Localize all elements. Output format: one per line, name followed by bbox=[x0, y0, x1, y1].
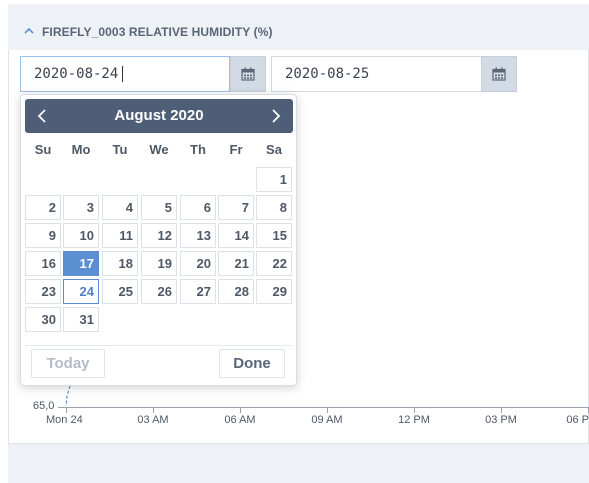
text-cursor bbox=[122, 66, 123, 82]
calendar-day[interactable]: 5 bbox=[141, 195, 177, 220]
weekday-header: Th bbox=[190, 142, 206, 157]
weekday-header: Sa bbox=[266, 142, 282, 157]
weekday-header: Fr bbox=[229, 142, 243, 157]
calendar-day[interactable]: 7 bbox=[218, 195, 254, 220]
next-month-button[interactable] bbox=[265, 106, 285, 126]
calendar-icon bbox=[241, 67, 255, 81]
start-date-calendar-button[interactable] bbox=[230, 56, 266, 92]
calendar-day[interactable]: 10 bbox=[63, 223, 99, 248]
weekday-header: Su bbox=[34, 142, 52, 157]
calendar-day[interactable]: 30 bbox=[25, 307, 61, 332]
calendar-day[interactable]: 6 bbox=[180, 195, 216, 220]
calendar-day[interactable]: 11 bbox=[102, 223, 138, 248]
datepicker-header: August 2020 bbox=[25, 99, 293, 133]
x-axis-tick bbox=[66, 407, 67, 413]
x-axis-tick bbox=[327, 407, 328, 413]
calendar-day[interactable]: 28 bbox=[218, 279, 254, 304]
x-tick-label: 03 PM bbox=[485, 414, 517, 426]
weekday-header: Mo bbox=[71, 142, 91, 157]
x-axis-tick bbox=[240, 407, 241, 413]
panel-header[interactable]: FIREFLY_0003 RELATIVE HUMIDITY (%) bbox=[8, 4, 589, 50]
datepicker-divider bbox=[25, 345, 292, 346]
calendar-day[interactable]: 29 bbox=[256, 279, 292, 304]
calendar-day[interactable]: 16 bbox=[25, 251, 61, 276]
weekday-header: We bbox=[149, 142, 169, 157]
end-date-input[interactable] bbox=[271, 56, 482, 92]
x-tick-label: 12 PM bbox=[398, 414, 430, 426]
calendar-day[interactable]: 27 bbox=[180, 279, 216, 304]
x-tick-label: 09 AM bbox=[311, 414, 343, 426]
calendar-day[interactable]: 1 bbox=[256, 167, 292, 192]
calendar-day[interactable]: 25 bbox=[102, 279, 138, 304]
x-tick-label: 06 P bbox=[566, 414, 589, 426]
y-tick-label: 65,0 bbox=[33, 400, 55, 412]
calendar-day[interactable]: 18 bbox=[102, 251, 138, 276]
calendar-day[interactable]: 31 bbox=[63, 307, 99, 332]
weekday-header: Tu bbox=[112, 142, 128, 157]
panel-title: FIREFLY_0003 RELATIVE HUMIDITY (%) bbox=[42, 25, 273, 39]
chevron-right-icon bbox=[272, 109, 281, 123]
x-axis-tick bbox=[501, 407, 502, 413]
calendar-day[interactable]: 14 bbox=[218, 223, 254, 248]
calendar-day[interactable]: 24 bbox=[63, 279, 99, 304]
calendar-icon bbox=[492, 67, 506, 81]
humidity-series-line bbox=[65, 386, 71, 407]
x-tick-label: 06 AM bbox=[224, 414, 256, 426]
calendar-day[interactable]: 3 bbox=[63, 195, 99, 220]
calendar-day[interactable]: 4 bbox=[102, 195, 138, 220]
end-date-calendar-button[interactable] bbox=[481, 56, 517, 92]
chevron-up-icon[interactable] bbox=[24, 23, 34, 34]
calendar-day[interactable]: 19 bbox=[141, 251, 177, 276]
x-axis-tick bbox=[414, 407, 415, 413]
calendar-day[interactable]: 22 bbox=[256, 251, 292, 276]
done-button[interactable]: Done bbox=[219, 349, 285, 378]
calendar-day[interactable]: 17 bbox=[63, 251, 99, 276]
calendar-day[interactable]: 23 bbox=[25, 279, 61, 304]
calendar-day[interactable]: 20 bbox=[180, 251, 216, 276]
datepicker-popup: August 2020 Su Mo Tu We Th Fr Sa 1 2 3 4 5 6 7 8 9 10 11 1… bbox=[20, 94, 297, 386]
calendar-day[interactable]: 26 bbox=[141, 279, 177, 304]
calendar-day[interactable]: 9 bbox=[25, 223, 61, 248]
start-date-input[interactable] bbox=[20, 56, 230, 92]
calendar-day[interactable]: 2 bbox=[25, 195, 61, 220]
x-tick-label: Mon 24 bbox=[46, 414, 83, 426]
calendar-day[interactable]: 8 bbox=[256, 195, 292, 220]
x-tick-label: 03 AM bbox=[137, 414, 169, 426]
calendar-day[interactable]: 13 bbox=[180, 223, 216, 248]
x-axis-tick bbox=[153, 407, 154, 413]
today-button[interactable]: Today bbox=[31, 349, 105, 378]
datepicker-month-label: August 2020 bbox=[114, 107, 204, 124]
calendar-day[interactable]: 21 bbox=[218, 251, 254, 276]
calendar-day[interactable]: 15 bbox=[256, 223, 292, 248]
calendar-day[interactable]: 12 bbox=[141, 223, 177, 248]
